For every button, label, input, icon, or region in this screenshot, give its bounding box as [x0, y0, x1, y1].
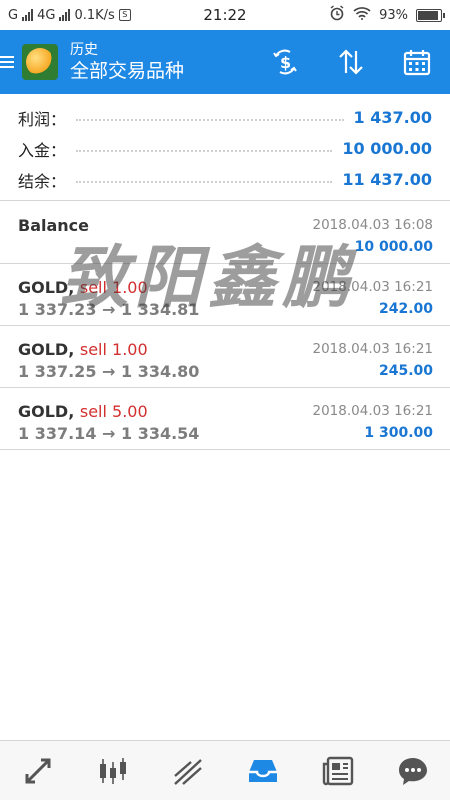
summary-label: 结余：	[18, 171, 67, 191]
trend-icon[interactable]	[166, 749, 210, 793]
dotted-leader	[76, 149, 333, 152]
summary-profit-row: 利润： 1 437.00	[18, 102, 432, 133]
deal-symbol-line: GOLD, sell 1.00	[18, 278, 148, 297]
summary-label: 利润：	[18, 109, 67, 129]
deal-list: Balance 2018.04.03 16:08 10 000.00 GOLD,…	[0, 202, 450, 450]
bottom-nav	[0, 740, 450, 800]
chart-candles-icon[interactable]	[91, 749, 135, 793]
network-label: G	[8, 7, 19, 23]
app-bar-titles: 历史 全部交易品种	[70, 41, 184, 83]
trade-icon[interactable]	[16, 749, 60, 793]
battery-icon	[416, 8, 445, 22]
deal-prices: 1 337.25 → 1 334.80	[18, 362, 200, 381]
deal-action: sell 1.00	[79, 278, 148, 297]
app-logo[interactable]	[22, 44, 58, 80]
news-icon[interactable]	[316, 749, 360, 793]
summary-value: 11 437.00	[342, 170, 432, 189]
alarm-icon	[329, 5, 345, 25]
app-bar: 历史 全部交易品种 $	[0, 30, 450, 94]
chat-icon[interactable]	[391, 749, 435, 793]
deal-symbol-line: GOLD, sell 5.00	[18, 402, 148, 421]
dollar-swap-icon[interactable]: $	[270, 47, 300, 77]
deal-profit: 1 300.00	[364, 425, 433, 441]
deal-time: 2018.04.03 16:08	[312, 217, 434, 233]
menu-icon[interactable]	[0, 55, 14, 69]
page-title[interactable]: 全部交易品种	[70, 59, 184, 83]
deal-prices: 1 337.14 → 1 334.54	[18, 424, 200, 443]
deal-row[interactable]: GOLD, sell 5.00 1 337.14 → 1 334.54 2018…	[0, 388, 450, 450]
deal-profit: 242.00	[378, 301, 433, 317]
history-inbox-icon[interactable]	[241, 749, 285, 793]
deal-symbol: Balance	[18, 216, 89, 235]
deal-row-balance[interactable]: Balance 2018.04.03 16:08 10 000.00	[0, 202, 450, 264]
deal-symbol: GOLD,	[18, 402, 80, 421]
summary-panel: 利润： 1 437.00 入金： 10 000.00 结余： 11 437.00	[0, 94, 450, 201]
deal-profit: 245.00	[378, 363, 433, 379]
signal-icon	[22, 9, 34, 21]
svg-text:$: $	[280, 53, 291, 72]
status-bar: G 4G 0.1K/s S 21:22 93%	[0, 0, 450, 30]
battery-percent: 93%	[379, 7, 408, 23]
deal-time: 2018.04.03 16:21	[312, 341, 434, 357]
summary-label: 入金：	[18, 140, 67, 160]
deal-time: 2018.04.03 16:21	[312, 279, 434, 295]
network-type-label: 4G	[37, 7, 56, 23]
net-speed: 0.1K/s	[74, 7, 115, 23]
deal-prices: 1 337.23 → 1 334.81	[18, 300, 200, 319]
deal-row[interactable]: GOLD, sell 1.00 1 337.23 → 1 334.81 2018…	[0, 264, 450, 326]
deal-time: 2018.04.03 16:21	[312, 403, 434, 419]
deal-action: sell 5.00	[79, 402, 148, 421]
signal-icon-2	[59, 9, 71, 21]
dotted-leader	[76, 118, 344, 121]
calendar-icon[interactable]	[402, 47, 432, 77]
wifi-icon	[353, 6, 371, 24]
deal-symbol: GOLD,	[18, 340, 80, 359]
summary-balance-row: 结余： 11 437.00	[18, 164, 432, 195]
dotted-leader	[76, 180, 333, 183]
summary-deposit-row: 入金： 10 000.00	[18, 133, 432, 164]
sort-icon[interactable]	[336, 47, 366, 77]
summary-value: 1 437.00	[353, 108, 432, 127]
page-subtitle: 历史	[70, 42, 98, 58]
deal-profit: 10 000.00	[354, 239, 433, 255]
deal-row[interactable]: GOLD, sell 1.00 1 337.25 → 1 334.80 2018…	[0, 326, 450, 388]
deal-symbol: GOLD,	[18, 278, 80, 297]
sim-icon: S	[118, 9, 131, 21]
summary-value: 10 000.00	[342, 139, 432, 158]
deal-action: sell 1.00	[79, 340, 148, 359]
deal-symbol-line: GOLD, sell 1.00	[18, 340, 148, 359]
